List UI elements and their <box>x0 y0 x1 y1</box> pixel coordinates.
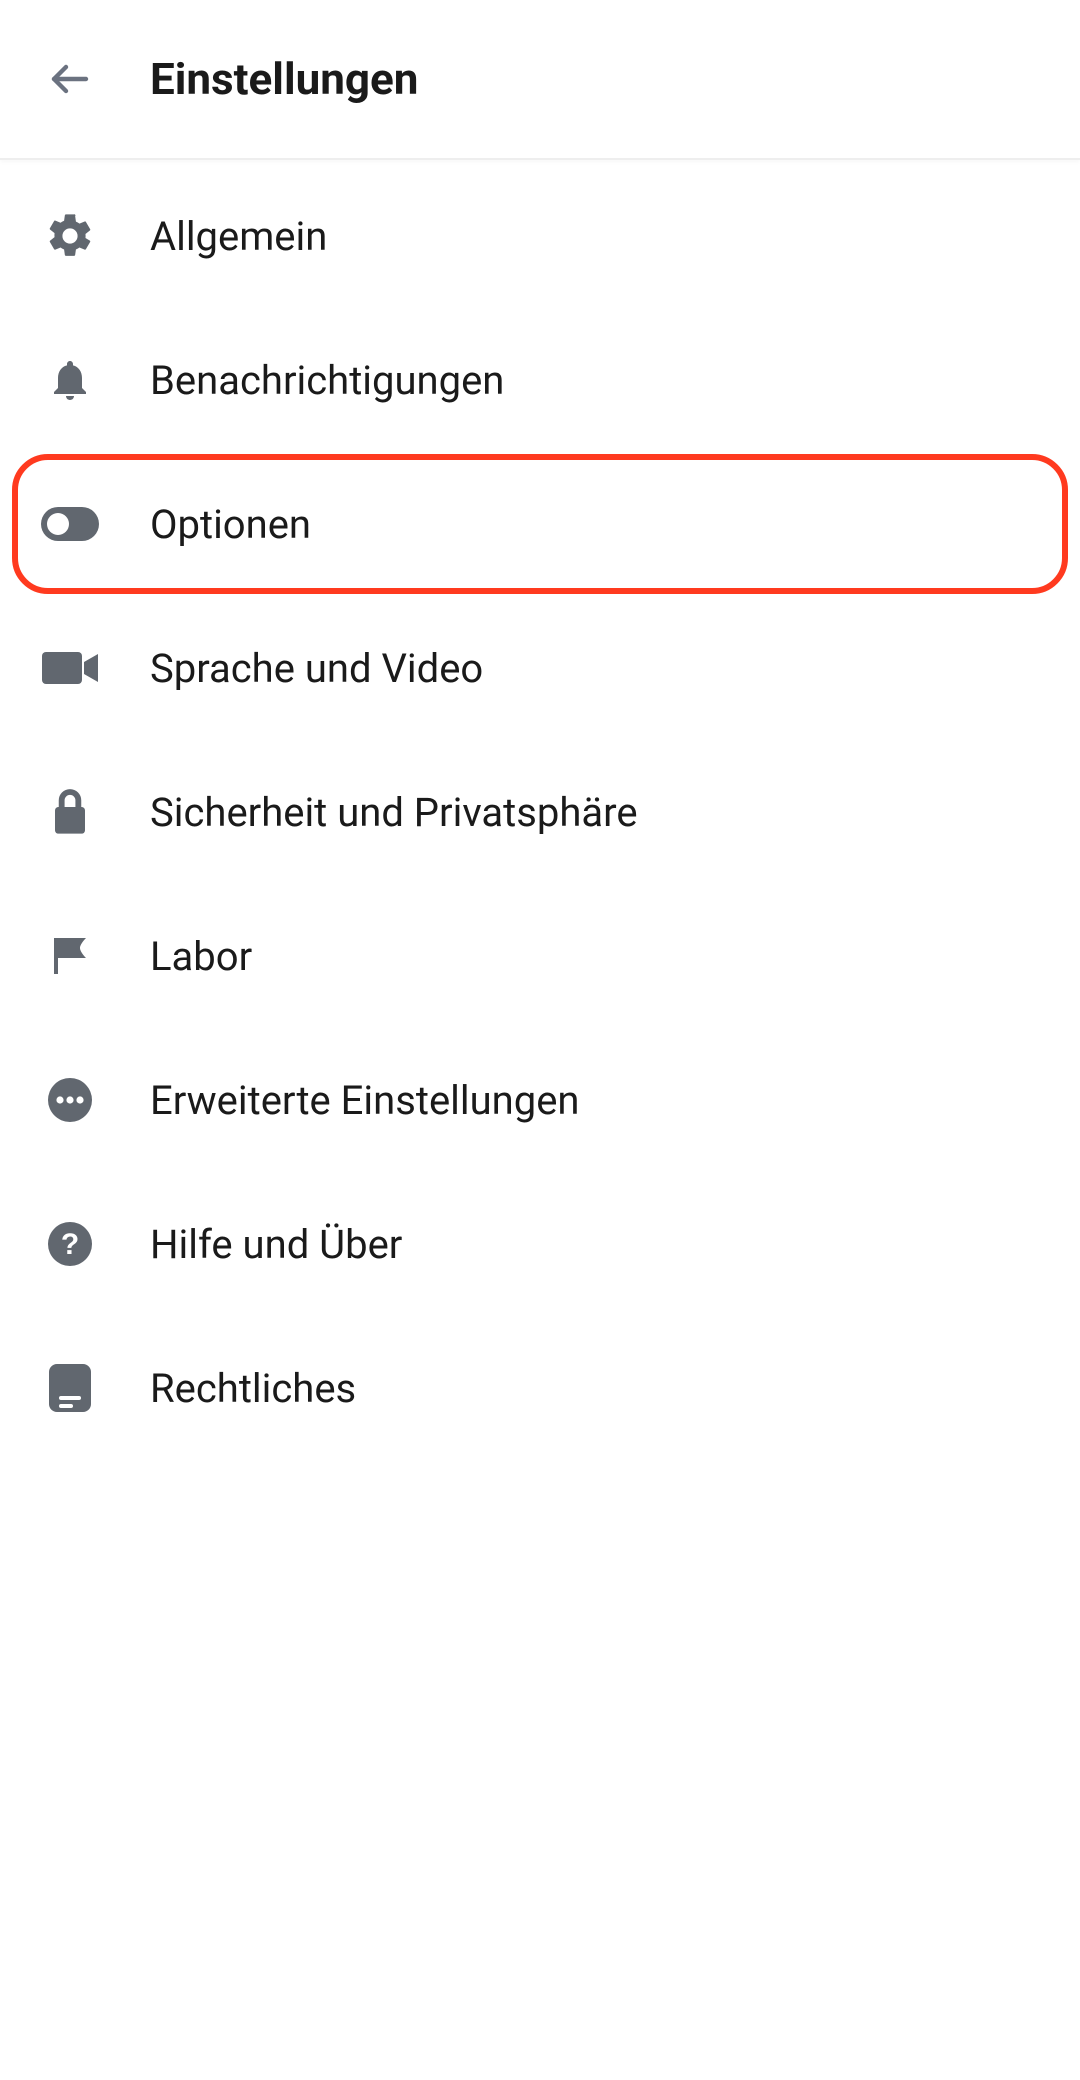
settings-item-security[interactable]: Sicherheit und Privatsphäre <box>0 740 1080 884</box>
settings-item-label: Allgemein <box>150 213 327 260</box>
settings-item-legal[interactable]: Rechtliches <box>0 1316 1080 1460</box>
settings-item-label: Hilfe und Über <box>150 1221 402 1268</box>
settings-item-labs[interactable]: Labor <box>0 884 1080 1028</box>
bell-icon <box>40 350 100 410</box>
toggle-icon <box>40 494 100 554</box>
lock-icon <box>40 782 100 842</box>
settings-item-label: Sicherheit und Privatsphäre <box>150 789 638 836</box>
document-icon <box>40 1358 100 1418</box>
settings-item-label: Rechtliches <box>150 1365 356 1412</box>
header: Einstellungen <box>0 0 1080 160</box>
flag-icon <box>40 926 100 986</box>
settings-item-label: Sprache und Video <box>150 645 483 692</box>
settings-item-label: Labor <box>150 933 252 980</box>
gear-icon <box>40 206 100 266</box>
settings-item-advanced[interactable]: Erweiterte Einstellungen <box>0 1028 1080 1172</box>
svg-text:?: ? <box>61 1228 79 1261</box>
help-icon: ? <box>40 1214 100 1274</box>
settings-item-options[interactable]: Optionen <box>0 452 1080 596</box>
settings-item-label: Benachrichtigungen <box>150 357 504 404</box>
page-title: Einstellungen <box>150 53 418 105</box>
settings-item-notifications[interactable]: Benachrichtigungen <box>0 308 1080 452</box>
more-horizontal-icon <box>40 1070 100 1130</box>
settings-item-label: Optionen <box>150 501 311 548</box>
video-icon <box>40 638 100 698</box>
settings-list: Allgemein Benachrichtigungen Optionen Sp… <box>0 160 1080 1460</box>
settings-item-voice-video[interactable]: Sprache und Video <box>0 596 1080 740</box>
settings-item-general[interactable]: Allgemein <box>0 164 1080 308</box>
back-button[interactable] <box>40 49 100 109</box>
arrow-left-icon <box>46 55 94 103</box>
settings-item-help[interactable]: ? Hilfe und Über <box>0 1172 1080 1316</box>
settings-item-label: Erweiterte Einstellungen <box>150 1077 580 1124</box>
